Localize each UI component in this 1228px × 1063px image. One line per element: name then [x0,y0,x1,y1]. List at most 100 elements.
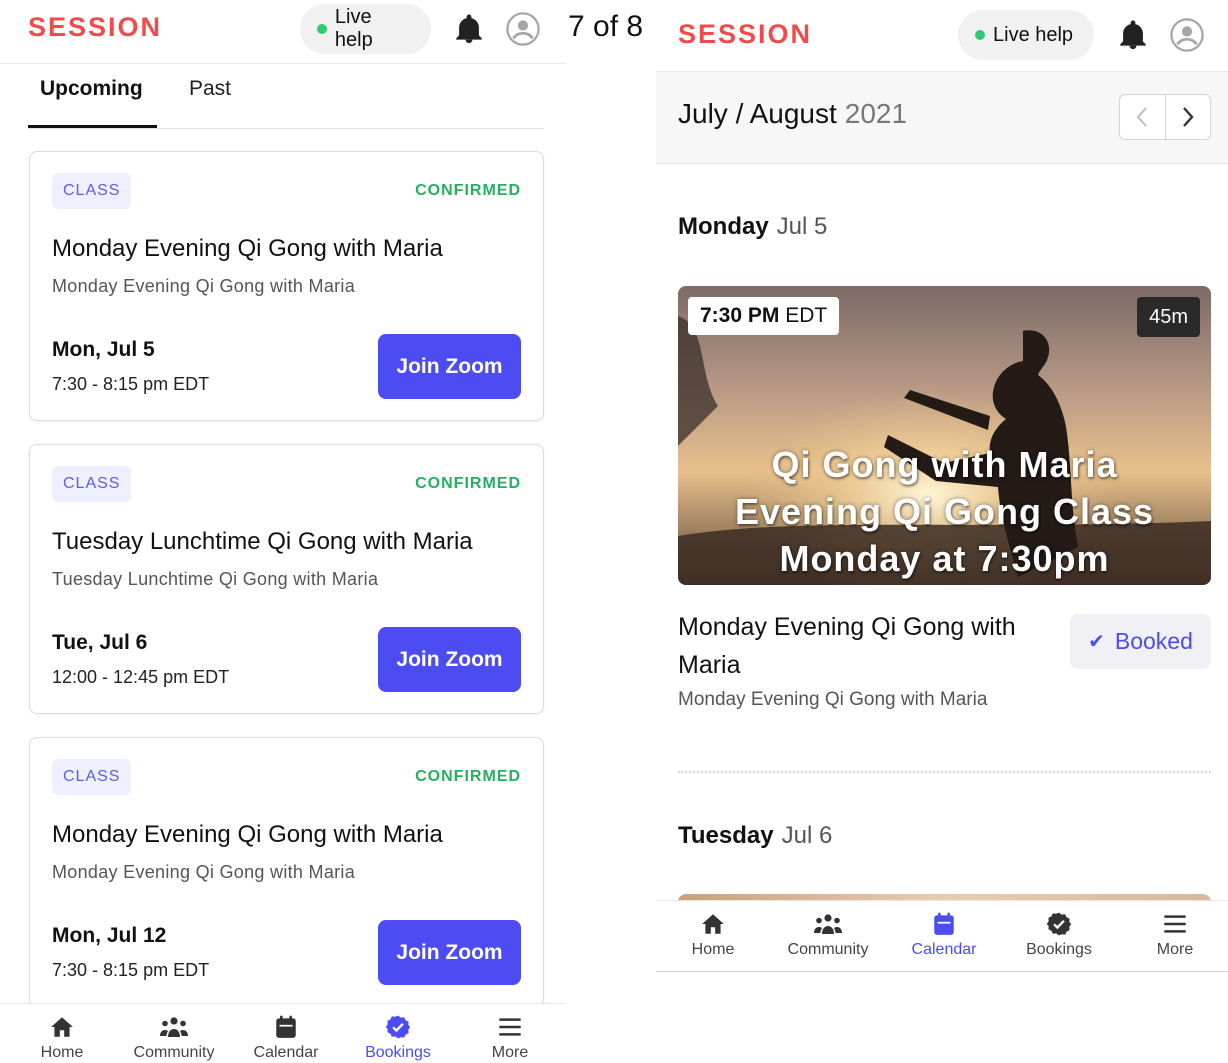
nav-calendar[interactable]: Calendar [888,901,1000,959]
booking-title: Monday Evening Qi Gong with Maria [52,821,443,848]
nav-label: Bookings [1026,941,1092,958]
calendar-icon [276,1015,296,1038]
bottom-navigation: Home Community Calendar Bookings More [656,900,1228,972]
online-status-dot [975,30,985,40]
tab-past[interactable]: Past [177,75,243,127]
join-zoom-button[interactable]: Join Zoom [378,334,521,399]
nav-community[interactable]: Community [772,901,884,959]
type-badge: CLASS [52,173,132,209]
check-icon: ✔ [1088,631,1105,653]
event-subtitle: Monday Evening Qi Gong with Maria [678,689,988,710]
day-name: Tuesday [678,822,774,849]
nav-label: Calendar [253,1044,319,1061]
user-avatar-icon[interactable] [1170,18,1204,52]
nav-home[interactable]: Home [6,1004,118,1062]
status-label: CONFIRMED [415,182,521,199]
menu-icon [1164,915,1186,933]
nav-label: More [1156,941,1194,958]
nav-bookings[interactable]: Bookings [342,1004,454,1062]
day-date: Jul 6 [781,822,833,849]
nav-calendar[interactable]: Calendar [230,1004,342,1062]
booking-title: Tuesday Lunchtime Qi Gong with Maria [52,528,473,555]
brand-logo[interactable]: SESSION [678,19,812,50]
booked-label: Booked [1114,628,1193,654]
nav-more[interactable]: More [454,1004,566,1062]
active-tab-indicator [28,125,157,128]
chevron-left-icon [1137,107,1148,127]
poster-text-line: Evening Qi Gong Class [734,491,1155,532]
user-avatar-icon[interactable] [506,12,540,46]
live-help-label: Live help [993,23,1074,46]
home-icon [702,914,724,934]
day-name: Monday [678,213,769,240]
month-header: July / August 2021 [656,72,1228,164]
bell-icon[interactable] [452,12,486,46]
event-time-tag: 7:30 PM EDT [688,297,840,335]
booking-subtitle: Monday Evening Qi Gong with Maria [52,862,356,882]
nav-home[interactable]: Home [657,901,769,959]
next-month-button[interactable] [1164,95,1210,139]
event-time: 7:30 PM [700,304,780,327]
previous-month-button[interactable] [1120,95,1165,139]
bookings-tabs: Upcoming Past [28,65,544,129]
nav-more[interactable]: More [1119,901,1228,959]
app-header: SESSION Live help [656,0,1228,72]
nav-label: Home [40,1044,84,1061]
booking-time: 7:30 - 8:15 pm EDT [52,374,210,394]
nav-community[interactable]: Community [118,1004,230,1062]
poster-text-line: Monday at 7:30pm [779,538,1110,579]
day-heading: Tuesday Jul 6 [678,822,832,850]
booking-subtitle: Monday Evening Qi Gong with Maria [52,276,356,296]
app-header: SESSION Live help [0,0,566,64]
bookings-check-icon [1046,912,1072,936]
join-zoom-button[interactable]: Join Zoom [378,920,521,985]
community-icon [160,1017,188,1037]
day-separator [678,771,1211,773]
chevron-right-icon [1183,107,1194,127]
bell-icon[interactable] [1116,18,1150,52]
booking-title: Monday Evening Qi Gong with Maria [52,235,443,262]
nav-label: Home [691,941,735,958]
booking-date: Mon, Jul 12 [52,924,167,947]
booking-date: Tue, Jul 6 [52,631,148,654]
day-heading: Monday Jul 5 [678,213,827,241]
bottom-navigation: Home Community Calendar Bookings More [0,1003,566,1063]
brand-logo[interactable]: SESSION [28,12,162,43]
event-timezone: EDT [785,304,828,327]
month-year: 2021 [844,98,908,129]
booking-card[interactable]: CLASS CONFIRMED Monday Evening Qi Gong w… [29,151,544,421]
join-zoom-button[interactable]: Join Zoom [378,627,521,692]
booked-button[interactable]: ✔ Booked [1070,614,1211,669]
month-range: July / August [678,98,837,129]
live-help-button[interactable]: Live help [958,10,1094,60]
booking-time: 7:30 - 8:15 pm EDT [52,960,210,980]
booking-time: 12:00 - 12:45 pm EDT [52,667,230,687]
event-image[interactable]: 7:30 PM EDT 45m Qi Gong with Maria Eveni… [678,286,1211,585]
event-title[interactable]: Monday Evening Qi Gong with Maria [678,608,1058,684]
booking-subtitle: Tuesday Lunchtime Qi Gong with Maria [52,569,379,589]
nav-label: Bookings [365,1044,431,1061]
day-date: Jul 5 [776,213,828,240]
booking-card[interactable]: CLASS CONFIRMED Tuesday Lunchtime Qi Gon… [29,444,544,714]
nav-label: Community [133,1044,215,1061]
month-pager [1119,94,1211,140]
page-counter: 7 of 8 [568,10,644,43]
calendar-screen: SESSION Live help July / August 2021 Mond… [656,0,1228,985]
type-badge: CLASS [52,759,132,795]
live-help-label: Live help [334,6,373,51]
home-icon [51,1017,73,1037]
live-help-button[interactable]: Live help [300,4,431,54]
month-title: July / August 2021 [678,98,907,130]
menu-icon [499,1018,521,1036]
poster-text-line: Qi Gong with Maria [771,444,1118,485]
tab-upcoming[interactable]: Upcoming [28,75,155,127]
booking-card[interactable]: CLASS CONFIRMED Monday Evening Qi Gong w… [29,737,544,1007]
bookings-screen: SESSION Live help Upcoming Past CLASS CO… [0,0,566,1063]
nav-bookings[interactable]: Bookings [1003,901,1115,959]
online-status-dot [317,24,327,34]
bookings-check-icon [385,1015,411,1039]
type-badge: CLASS [52,466,132,502]
nav-label: Calendar [911,941,977,958]
nav-label: Community [787,941,869,958]
booking-date: Mon, Jul 5 [52,338,155,361]
